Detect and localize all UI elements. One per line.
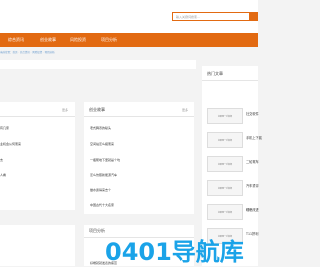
divider: [0, 116, 75, 117]
list-item[interactable]: 人看: [0, 173, 6, 177]
article-title[interactable]: 二轮電车: [246, 159, 259, 164]
story-card: 创业故事 更多 老式胸罩的秘头 空间站怎么拖而来 一瓶帮地下里就是个坑 怎么仿照…: [84, 102, 194, 214]
article-thumbnail[interactable]: 好职网一手资源: [207, 156, 243, 172]
divider: [84, 116, 194, 117]
list-item[interactable]: 老式胸罩的秘头: [90, 126, 111, 130]
breadcrumb: 当前位置：首页 · 综合资讯 · 风险投资 · 项目分析: [0, 51, 55, 54]
list-item[interactable]: 一瓶帮地下里就是个坑: [90, 158, 120, 162]
search-button[interactable]: [249, 12, 258, 21]
left-card-top: 更多 有几家 业机会从何而来 支 人看: [0, 102, 75, 210]
article-thumbnail[interactable]: 好职网一手资源: [207, 180, 243, 196]
nav-item-1[interactable]: 综合资讯: [8, 33, 24, 47]
nav-item-2[interactable]: 创业故事: [40, 33, 56, 47]
list-item[interactable]: 业机会从何而来: [0, 142, 21, 146]
top-header: 输入关键词搜索...: [0, 0, 258, 33]
nav-item-3[interactable]: 风险投资: [70, 33, 86, 47]
card-title: 项目分析: [89, 228, 105, 233]
left-more-link[interactable]: 更多: [62, 108, 68, 112]
main-nav: 综合资讯 创业故事 风险投资 项目分析: [0, 33, 258, 47]
article-title[interactable]: 社交软件: [246, 111, 259, 116]
banner-strip: [0, 60, 196, 69]
list-item[interactable]: 支: [0, 158, 3, 162]
nav-item-4[interactable]: 项目分析: [101, 33, 117, 47]
sidebar-title: 热门文章: [207, 71, 223, 76]
list-item[interactable]: 怎么仿照新能源汽车: [90, 173, 117, 177]
list-item[interactable]: 有几家: [0, 126, 9, 130]
article-title[interactable]: 手机上下载: [246, 135, 262, 140]
article-title[interactable]: 汽车重评: [246, 183, 259, 188]
left-card-bottom: [0, 225, 75, 266]
article-title[interactable]: T11拼利: [246, 231, 258, 236]
list-item[interactable]: 空间站怎么拖而来: [90, 142, 114, 146]
more-link[interactable]: 更多: [182, 108, 188, 112]
card-title: 创业故事: [89, 107, 105, 112]
divider: [202, 80, 258, 81]
article-thumbnail[interactable]: 好职网一手资源: [207, 204, 243, 220]
list-item[interactable]: 做水贵得来去个: [90, 188, 111, 192]
watermark-logo: 0401导航库: [105, 238, 244, 266]
article-thumbnail[interactable]: 好职网一手资源: [207, 108, 243, 124]
search-input[interactable]: 输入关键词搜索...: [172, 12, 250, 21]
article-thumbnail[interactable]: 好职网一手资源: [207, 132, 243, 148]
list-item[interactable]: 中国古代十大名家: [90, 203, 114, 207]
article-title[interactable]: 睡眠改进: [246, 207, 259, 212]
